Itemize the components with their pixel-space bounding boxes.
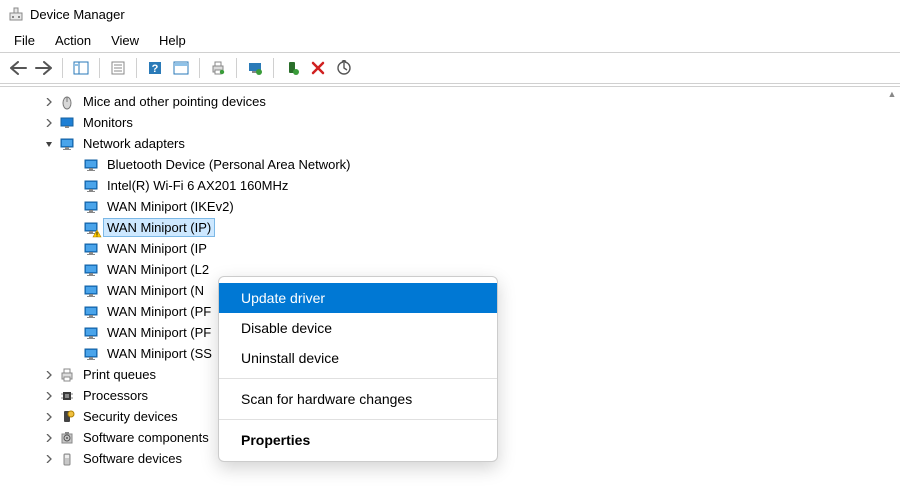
show-hide-tree-icon[interactable] [69,56,93,80]
network-icon [82,282,100,300]
help-icon[interactable]: ? [143,56,167,80]
chevron-right-icon[interactable] [42,116,56,130]
tree-node[interactable]: Monitors [0,112,900,133]
tree-node-label[interactable]: WAN Miniport (IP [104,240,210,257]
app-icon [8,6,24,22]
printer-icon [58,366,76,384]
forward-icon[interactable] [32,56,56,80]
tree-node-label[interactable]: Security devices [80,408,181,425]
network-icon [58,135,76,153]
toolbar-sep [273,58,274,78]
tree-node[interactable]: Bluetooth Device (Personal Area Network) [0,154,900,175]
tree-node-label[interactable]: Processors [80,387,151,404]
uninstall-icon[interactable] [280,56,304,80]
menu-view[interactable]: View [101,30,149,51]
tree-node-label[interactable]: Software components [80,429,212,446]
menu-file[interactable]: File [4,30,45,51]
tree-node-label[interactable]: WAN Miniport (IP) [104,219,214,236]
network-icon [82,261,100,279]
network-icon [82,177,100,195]
tree-node-label[interactable]: WAN Miniport (PF [104,324,214,341]
menu-help[interactable]: Help [149,30,196,51]
tree-node-label[interactable]: WAN Miniport (IKEv2) [104,198,237,215]
titlebar: Device Manager [0,0,900,28]
window-title: Device Manager [30,7,125,22]
toolbar: ? [0,52,900,84]
network-icon [82,219,100,237]
softdev-icon [58,450,76,468]
context-menu-separator [219,378,497,379]
chevron-right-icon[interactable] [42,410,56,424]
tree-node-label[interactable]: Software devices [80,450,185,467]
network-icon [82,156,100,174]
chevron-right-icon[interactable] [42,431,56,445]
software-icon [58,429,76,447]
network-icon [82,324,100,342]
mouse-icon [58,93,76,111]
network-icon [82,240,100,258]
back-icon[interactable] [6,56,30,80]
tree-node-label[interactable]: Print queues [80,366,159,383]
chevron-right-icon[interactable] [42,452,56,466]
menubar: File Action View Help [0,28,900,52]
network-icon [82,345,100,363]
tree-node[interactable]: WAN Miniport (IP [0,238,900,259]
tree-node-label[interactable]: WAN Miniport (PF [104,303,214,320]
chevron-right-icon[interactable] [42,368,56,382]
chevron-right-icon[interactable] [42,389,56,403]
chevron-right-icon[interactable] [42,95,56,109]
context-menu-item[interactable]: Disable device [219,313,497,343]
context-menu: Update driverDisable deviceUninstall dev… [218,276,498,462]
tree-node[interactable]: Mice and other pointing devices [0,91,900,112]
scrollbar-up-icon[interactable]: ▲ [884,86,900,102]
tree-node[interactable]: WAN Miniport (IKEv2) [0,196,900,217]
menu-action[interactable]: Action [45,30,101,51]
security-icon [58,408,76,426]
tree-node-label[interactable]: Mice and other pointing devices [80,93,269,110]
tree-node-label[interactable]: Bluetooth Device (Personal Area Network) [104,156,354,173]
scan-icon[interactable] [332,56,356,80]
context-menu-separator [219,419,497,420]
tree-node-label[interactable]: Intel(R) Wi-Fi 6 AX201 160MHz [104,177,291,194]
context-menu-item[interactable]: Scan for hardware changes [219,384,497,414]
network-icon [82,198,100,216]
tree-node[interactable]: Intel(R) Wi-Fi 6 AX201 160MHz [0,175,900,196]
network-icon [82,303,100,321]
tree-node-label[interactable]: WAN Miniport (SS [104,345,215,362]
update-driver-icon[interactable] [243,56,267,80]
tree-node-label[interactable]: Network adapters [80,135,188,152]
tree-node[interactable]: Network adapters [0,133,900,154]
warning-badge-icon [92,229,102,239]
context-menu-item[interactable]: Uninstall device [219,343,497,373]
toolbar-sep [199,58,200,78]
properties-icon[interactable] [106,56,130,80]
svg-text:?: ? [152,63,159,75]
print-icon[interactable] [206,56,230,80]
tree-node-label[interactable]: WAN Miniport (L2 [104,261,212,278]
tree-node-label[interactable]: WAN Miniport (N [104,282,207,299]
cpu-icon [58,387,76,405]
tree-node[interactable]: WAN Miniport (IP) [0,217,900,238]
context-menu-item[interactable]: Update driver [219,283,497,313]
toolbar-sep [62,58,63,78]
delete-icon[interactable] [306,56,330,80]
tree-node-label[interactable]: Monitors [80,114,136,131]
toolbar-sep [136,58,137,78]
chevron-down-icon[interactable] [42,137,56,151]
action-center-icon[interactable] [169,56,193,80]
monitor-icon [58,114,76,132]
context-menu-item[interactable]: Properties [219,425,497,455]
toolbar-sep [99,58,100,78]
toolbar-sep [236,58,237,78]
